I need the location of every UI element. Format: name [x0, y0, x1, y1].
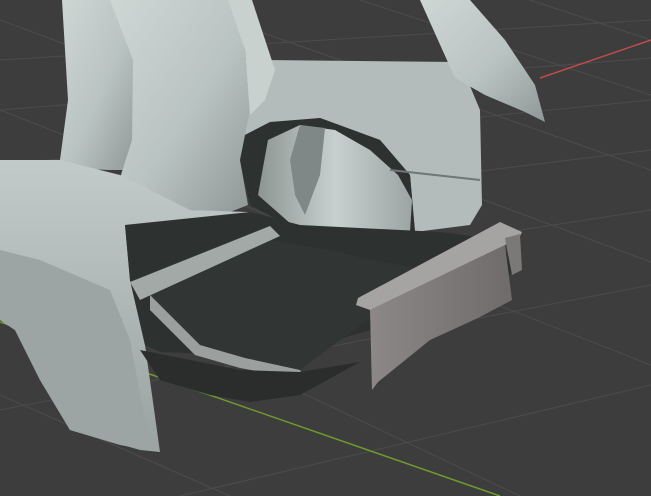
car-body-mesh[interactable] [0, 0, 545, 452]
3d-viewport[interactable] [0, 0, 651, 496]
viewport-canvas[interactable] [0, 0, 651, 496]
